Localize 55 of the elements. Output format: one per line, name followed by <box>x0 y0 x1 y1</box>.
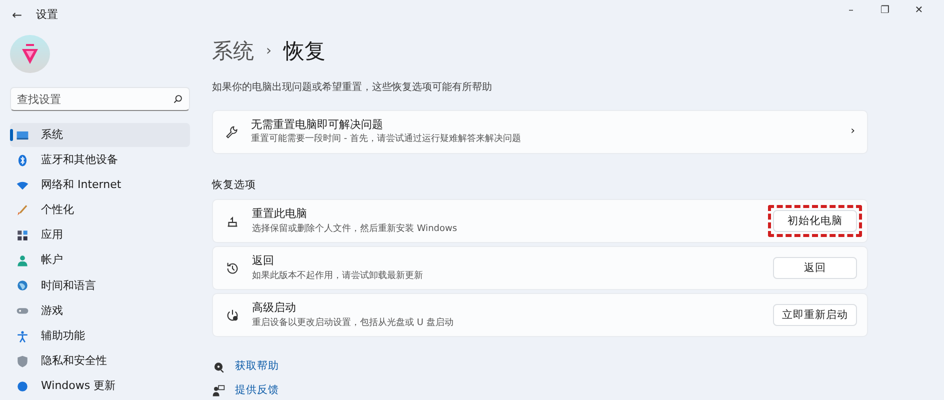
feedback-icon <box>212 384 225 398</box>
sidebar-item[interactable]: 游戏 <box>10 299 190 323</box>
help-link[interactable]: 获取帮助 <box>235 359 279 375</box>
action-button[interactable]: 返回 <box>773 257 857 280</box>
sidebar-item[interactable]: 网络和 Internet <box>10 174 190 197</box>
brush-icon <box>16 204 29 217</box>
sidebar-item[interactable]: 应用 <box>10 224 190 248</box>
avatar <box>10 34 50 74</box>
action-button[interactable]: 初始化电脑 <box>773 210 857 232</box>
page-description: 如果你的电脑出现问题或希望重置，这些恢复选项可能有所帮助 <box>212 80 493 94</box>
action-button[interactable]: 立即重新启动 <box>773 304 857 326</box>
sidebar-item[interactable]: 时间和语言 <box>10 274 190 298</box>
chevron-icon: › <box>850 123 855 140</box>
breadcrumb-link[interactable]: 系统 <box>212 36 254 68</box>
card-title: 高级启动 <box>252 300 297 316</box>
settings-card[interactable]: 高级启动 重启设备以更改启动设置，包括从光盘或 U 盘启动 立即重新启动 <box>212 293 868 338</box>
section-title: 恢复选项 <box>212 178 257 192</box>
shield-icon <box>16 354 29 368</box>
minimize-button[interactable]: – <box>834 0 868 22</box>
search-field[interactable]: 查找设置 <box>10 87 190 112</box>
settings-card[interactable]: 重置此电脑 选择保留或删除个人文件，然后重新安装 Windows 初始化电脑 <box>212 199 868 244</box>
sidebar-item[interactable]: 帐户 <box>10 249 190 272</box>
breadcrumb-separator: › <box>266 42 272 62</box>
history-icon <box>225 260 240 276</box>
settings-card[interactable]: 无需重置电脑即可解决问题 重置可能需要一段时间 - 首先，请尝试通过运行疑难解答来解决问题 › <box>212 110 868 154</box>
window-title: 设置 <box>36 7 58 24</box>
card-subtitle: 重启设备以更改启动设置，包括从光盘或 U 盘启动 <box>252 316 454 330</box>
sidebar-item[interactable]: 辅助功能 <box>10 324 190 348</box>
card-subtitle: 如果此版本不起作用，请尝试卸载最新更新 <box>252 270 424 283</box>
apps-icon <box>16 229 29 242</box>
settings-card[interactable]: 返回 如果此版本不起作用，请尝试卸载最新更新 返回 <box>212 246 868 290</box>
person-icon <box>16 254 29 268</box>
sidebar-item[interactable]: 蓝牙和其他设备 <box>10 148 190 172</box>
page-title: 恢复 <box>284 38 326 65</box>
accessibility-icon <box>16 330 29 343</box>
power-settings-icon <box>225 308 240 323</box>
card-title: 返回 <box>252 253 275 270</box>
close-button[interactable]: ✕ <box>902 0 936 22</box>
sidebar-item[interactable]: 个性化 <box>10 198 190 222</box>
sidebar-item[interactable]: 系统 <box>10 123 190 147</box>
wrench-icon <box>225 124 239 138</box>
sidebar-item[interactable]: Windows 更新 <box>10 374 190 398</box>
globe-icon <box>16 279 29 292</box>
card-title: 无需重置电脑即可解决问题 <box>251 116 384 132</box>
maximize-button[interactable]: ❐ <box>868 0 902 22</box>
help-link[interactable]: 提供反馈 <box>235 383 279 399</box>
help-icon <box>212 360 225 374</box>
search-icon <box>173 94 183 104</box>
card-subtitle: 选择保留或删除个人文件，然后重新安装 Windows <box>252 222 458 236</box>
sidebar-item[interactable]: 隐私和安全性 <box>10 350 190 373</box>
bluetooth-icon <box>16 154 29 167</box>
card-title: 重置此电脑 <box>252 206 308 222</box>
card-subtitle: 重置可能需要一段时间 - 首先，请尝试通过运行疑难解答来解决问题 <box>251 133 522 146</box>
back-button[interactable]: ← <box>12 6 22 24</box>
monitor-icon <box>16 128 29 142</box>
